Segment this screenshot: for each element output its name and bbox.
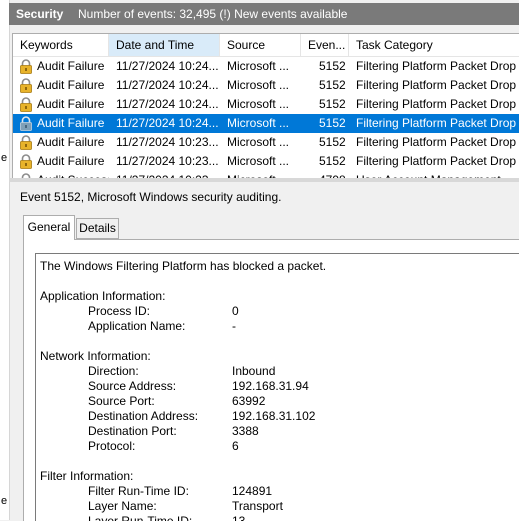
date-time-cell: 11/27/2024 10:24...	[116, 97, 219, 111]
log-header: Security Number of events: 32,495 (!) Ne…	[9, 3, 519, 25]
task-category-cell: Filtering Platform Packet Drop	[356, 135, 517, 149]
event-id-cell: 5152	[319, 78, 346, 92]
source-cell: Microsoft ...	[227, 154, 290, 168]
keyword-cell: Audit Failure	[37, 135, 105, 149]
lock-icon	[20, 78, 32, 93]
event-title: Event 5152, Microsoft Windows security a…	[20, 190, 282, 204]
field-value: Inbound	[232, 364, 276, 378]
keyword-cell: Audit Failure	[37, 78, 105, 92]
event-id-cell: 5152	[319, 59, 346, 73]
field-label: Layer Name:	[88, 499, 157, 513]
keyword-cell: Audit Failure	[37, 154, 105, 168]
source-cell: Microsoft ...	[227, 59, 290, 73]
date-time-cell: 11/27/2024 10:24...	[116, 116, 219, 130]
table-row[interactable]: Audit Failure 11/27/2024 10:23... Microsof…	[13, 133, 519, 152]
task-category-cell: Filtering Platform Packet Drop	[356, 78, 517, 92]
source-cell: Microsoft ...	[227, 116, 290, 130]
field-value: 192.168.31.94	[232, 379, 309, 393]
field-label: Application Name:	[88, 319, 186, 333]
grid-header: Keywords Date and Time Source Even... Ta…	[13, 34, 519, 57]
log-title: Security	[16, 7, 64, 21]
table-row[interactable]: Audit Failure 11/27/2024 10:24... Microsof…	[13, 76, 519, 95]
table-row[interactable]: Audit Failure 11/27/2024 10:24... Microsof…	[13, 114, 519, 133]
field-label: Protocol:	[88, 439, 136, 453]
event-count: Number of events: 32,495 (!) New events …	[78, 7, 348, 21]
keyword-cell: Audit Failure	[37, 59, 105, 73]
task-category-cell: Filtering Platform Packet Drop	[356, 59, 517, 73]
task-category-cell: Filtering Platform Packet Drop	[356, 116, 517, 130]
table-row[interactable]: Audit Failure 11/27/2024 10:23... Microsof…	[13, 152, 519, 171]
section-title: Application Information:	[40, 289, 166, 303]
date-time-cell: 11/27/2024 10:24...	[116, 59, 219, 73]
event-id-cell: 5152	[319, 97, 346, 111]
date-time-cell: 11/27/2024 10:24...	[116, 78, 219, 92]
field-value: -	[232, 319, 236, 333]
field-label: Direction:	[88, 364, 139, 378]
field-value: 63992	[232, 394, 266, 408]
lock-icon	[20, 59, 32, 74]
column-header-task-category[interactable]: Task Category	[349, 34, 519, 56]
left-panel-glyph: e	[1, 152, 8, 164]
source-cell: Microsoft ...	[227, 78, 290, 92]
table-row[interactable]: Audit Failure 11/27/2024 10:24... Microsof…	[13, 95, 519, 114]
left-panel-glyph: e	[1, 495, 8, 507]
field-value: 3388	[232, 424, 259, 438]
keyword-cell: Audit Failure	[37, 97, 105, 111]
field-label: Source Port:	[88, 394, 155, 408]
field-label: Destination Port:	[88, 424, 177, 438]
column-header-date-time[interactable]: Date and Time	[109, 34, 220, 56]
event-id-cell: 5152	[319, 116, 346, 130]
event-id-cell: 5152	[319, 135, 346, 149]
field-label: Source Address:	[88, 379, 177, 393]
lock-icon	[20, 97, 32, 112]
field-value: 0	[232, 304, 239, 318]
source-cell: Microsoft ...	[227, 135, 290, 149]
tab-details[interactable]: Details	[76, 218, 119, 239]
tab-general[interactable]: General	[23, 215, 75, 240]
column-header-source[interactable]: Source	[220, 34, 301, 56]
events-grid[interactable]: Keywords Date and Time Source Even... Ta…	[12, 33, 519, 180]
section-title: Filter Information:	[40, 469, 134, 483]
field-value: Transport	[232, 499, 283, 513]
field-value: 6	[232, 439, 239, 453]
keyword-cell: Audit Failure	[37, 116, 105, 130]
field-label: Process ID:	[88, 304, 151, 318]
source-cell: Microsoft ...	[227, 97, 290, 111]
pane-splitter[interactable]	[9, 178, 519, 182]
event-id-cell: 5152	[319, 154, 346, 168]
event-description-box[interactable]: The Windows Filtering Platform has block…	[35, 253, 519, 521]
lock-icon	[20, 135, 32, 150]
lock-icon	[20, 154, 32, 169]
field-label: Filter Run-Time ID:	[88, 484, 189, 498]
table-row[interactable]: Audit Failure 11/27/2024 10:24... Microsof…	[13, 57, 519, 76]
task-category-cell: Filtering Platform Packet Drop	[356, 154, 517, 168]
column-header-keywords[interactable]: Keywords	[13, 34, 109, 56]
date-time-cell: 11/27/2024 10:23...	[116, 154, 219, 168]
field-value: 124891	[232, 484, 273, 498]
task-category-cell: Filtering Platform Packet Drop	[356, 97, 517, 111]
field-value: 192.168.31.102	[232, 409, 316, 423]
date-time-cell: 11/27/2024 10:23...	[116, 135, 219, 149]
lock-icon	[20, 116, 32, 131]
column-header-event-id[interactable]: Even...	[301, 34, 349, 56]
left-panel-edge: e e	[0, 0, 10, 520]
field-label: Destination Address:	[88, 409, 199, 423]
description-text: The Windows Filtering Platform has block…	[40, 259, 327, 273]
section-title: Network Information:	[40, 349, 151, 363]
